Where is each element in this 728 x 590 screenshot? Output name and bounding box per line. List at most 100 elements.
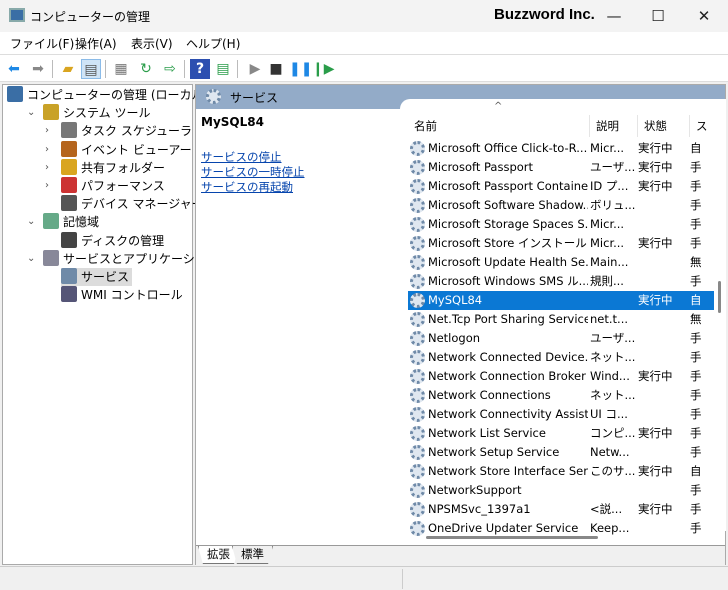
service-name: NPSMSvc_1397a1 (428, 502, 531, 516)
tree-node-icon (43, 104, 59, 121)
forward-icon[interactable]: ➡ (28, 59, 48, 79)
service-row[interactable]: Netlogon ユーザ... 手 (408, 329, 714, 348)
service-row[interactable]: Network List Service コンピ... 実行中 手 (408, 424, 714, 443)
chevron-down-icon[interactable]: ⌄ (27, 213, 37, 231)
sort-ascending-icon: ^ (494, 101, 503, 112)
tree-item[interactable]: ⌄ サービスとアプリケーション (27, 249, 219, 268)
chevron-right-icon[interactable]: › (45, 159, 55, 177)
column-header-description[interactable]: 説明 (590, 115, 638, 137)
gear-icon (410, 198, 425, 213)
maximize-button[interactable]: ☐ (638, 4, 678, 28)
tree-item[interactable]: › タスク スケジューラ (45, 122, 192, 140)
refresh-icon[interactable]: ↻ (136, 59, 156, 79)
gear-icon (410, 141, 425, 156)
service-row[interactable]: Microsoft Windows SMS ル... 規則... 手 (408, 272, 714, 291)
service-row[interactable]: Microsoft Passport ユーザ... 実行中 手 (408, 158, 714, 177)
service-row[interactable]: Microsoft Storage Spaces S... Micr... 手 (408, 215, 714, 234)
tree-item[interactable]: › パフォーマンス (45, 177, 165, 195)
service-row[interactable]: Network Store Interface Ser... このサ... 実行中 自 (408, 462, 714, 481)
service-row[interactable]: Net.Tcp Port Sharing Service net.t... 無 (408, 310, 714, 329)
show-hide-tree-icon[interactable]: ▤ (81, 59, 101, 79)
service-row[interactable]: Network Setup Service Netw... 手 (408, 443, 714, 462)
status-bar (0, 566, 728, 590)
vertical-scrollbar[interactable] (718, 281, 721, 313)
gear-icon (410, 293, 425, 308)
export-list-icon[interactable]: ⇨ (160, 59, 180, 79)
tree-item[interactable]: ディスクの管理 (61, 231, 164, 250)
gear-icon (410, 426, 425, 441)
service-name: Network List Service (428, 426, 546, 440)
chevron-down-icon[interactable]: ⌄ (27, 104, 37, 122)
tree-item[interactable]: ⌄ システム ツール (27, 104, 151, 122)
pause-service-icon[interactable]: ❚❚ (289, 59, 312, 79)
service-name: Microsoft Passport (428, 160, 534, 174)
service-status: 実行中 (638, 369, 673, 383)
column-header-name[interactable]: 名前 (408, 115, 590, 137)
tree-item[interactable]: デバイス マネージャー (61, 195, 204, 213)
service-name: NetworkSupport (428, 483, 522, 497)
service-status: 実行中 (638, 179, 673, 193)
service-row[interactable]: Network Connection Broker Wind... 実行中 手 (408, 367, 714, 386)
tree-item[interactable]: ⌄ 記憶域 (27, 213, 99, 231)
chevron-right-icon[interactable]: › (45, 177, 55, 195)
service-description: このサ... (590, 464, 636, 478)
service-startup-type: 無 (690, 255, 702, 269)
tree-item[interactable]: › イベント ビューアー (45, 140, 192, 159)
resume-service-icon[interactable]: ❙▶ (312, 59, 335, 79)
minimize-button[interactable]: — (594, 4, 634, 28)
service-row[interactable]: Network Connected Device... ネット... 手 (408, 348, 714, 367)
service-description: Micr... (590, 236, 625, 250)
service-row[interactable]: NetworkSupport 手 (408, 481, 714, 500)
service-row[interactable]: MySQL84 実行中 自 (408, 291, 714, 310)
menu-action[interactable]: 操作(A) (75, 35, 117, 52)
service-description: UI コ... (590, 407, 628, 421)
service-name: Microsoft Storage Spaces S... (428, 217, 588, 231)
tree-item[interactable]: › 共有フォルダー (45, 158, 165, 177)
tree-item-label: システム ツール (63, 106, 151, 121)
service-description: ネット... (590, 350, 636, 364)
service-name: Microsoft Update Health Se... (428, 255, 588, 269)
service-row[interactable]: Microsoft Passport Container ID プ... 実行中 手 (408, 177, 714, 196)
service-startup-type: 手 (690, 160, 702, 174)
service-name: Microsoft Software Shadow... (428, 198, 588, 212)
column-header-status[interactable]: 状態 (638, 115, 690, 137)
service-row[interactable]: Network Connectivity Assist... UI コ... 手 (408, 405, 714, 424)
chevron-right-icon[interactable]: › (45, 141, 55, 159)
tree-item[interactable]: コンピューターの管理 (ローカル) (7, 86, 208, 104)
column-header-startup-type[interactable]: ス (690, 115, 714, 137)
restart-service-link[interactable]: サービスの再起動 (201, 179, 293, 195)
service-row[interactable]: Network Connections ネット... 手 (408, 386, 714, 405)
service-startup-type: 手 (690, 407, 702, 421)
menu-help[interactable]: ヘルプ(H) (186, 35, 240, 52)
close-button[interactable]: ✕ (684, 4, 724, 28)
service-description: Main... (590, 255, 629, 269)
menu-file[interactable]: ファイル(F) (10, 35, 74, 52)
chevron-right-icon[interactable]: › (45, 122, 55, 140)
menu-view[interactable]: 表示(V) (131, 35, 173, 52)
properties-icon[interactable]: ▦ (111, 59, 131, 79)
tree-item[interactable]: サービス (61, 268, 133, 286)
stop-service-icon[interactable]: ■ (266, 59, 286, 79)
service-description: Micr... (590, 217, 625, 231)
service-row[interactable]: Microsoft Software Shadow... ボリュ... 手 (408, 196, 714, 215)
stop-service-link[interactable]: サービスの停止 (201, 149, 282, 165)
tree-node-icon (61, 158, 77, 175)
service-startup-type: 自 (690, 464, 702, 478)
service-row[interactable]: Microsoft Office Click-to-R... Micr... 実行中… (408, 139, 714, 158)
back-icon[interactable]: ⬅ (4, 59, 24, 79)
service-row[interactable]: NPSMSvc_1397a1 <説... 実行中 手 (408, 500, 714, 519)
service-row[interactable]: Microsoft Store インストール ... Micr... 実行中 手 (408, 234, 714, 253)
service-row[interactable]: Microsoft Update Health Se... Main... 無 (408, 253, 714, 272)
help-icon[interactable]: ? (190, 59, 210, 79)
gear-icon (410, 217, 425, 232)
action-pane-icon[interactable]: ▤ (213, 59, 233, 79)
tree-item[interactable]: WMI コントロール (61, 286, 183, 304)
up-folder-icon[interactable]: ▰ (58, 59, 78, 79)
tab-standard[interactable]: 標準 (232, 546, 273, 564)
chevron-down-icon[interactable]: ⌄ (27, 250, 37, 268)
service-status: 実行中 (638, 293, 673, 307)
pause-service-link[interactable]: サービスの一時停止 (201, 164, 305, 180)
gear-icon (410, 179, 425, 194)
start-service-icon[interactable]: ▶ (245, 59, 265, 79)
horizontal-scrollbar[interactable] (426, 536, 598, 539)
